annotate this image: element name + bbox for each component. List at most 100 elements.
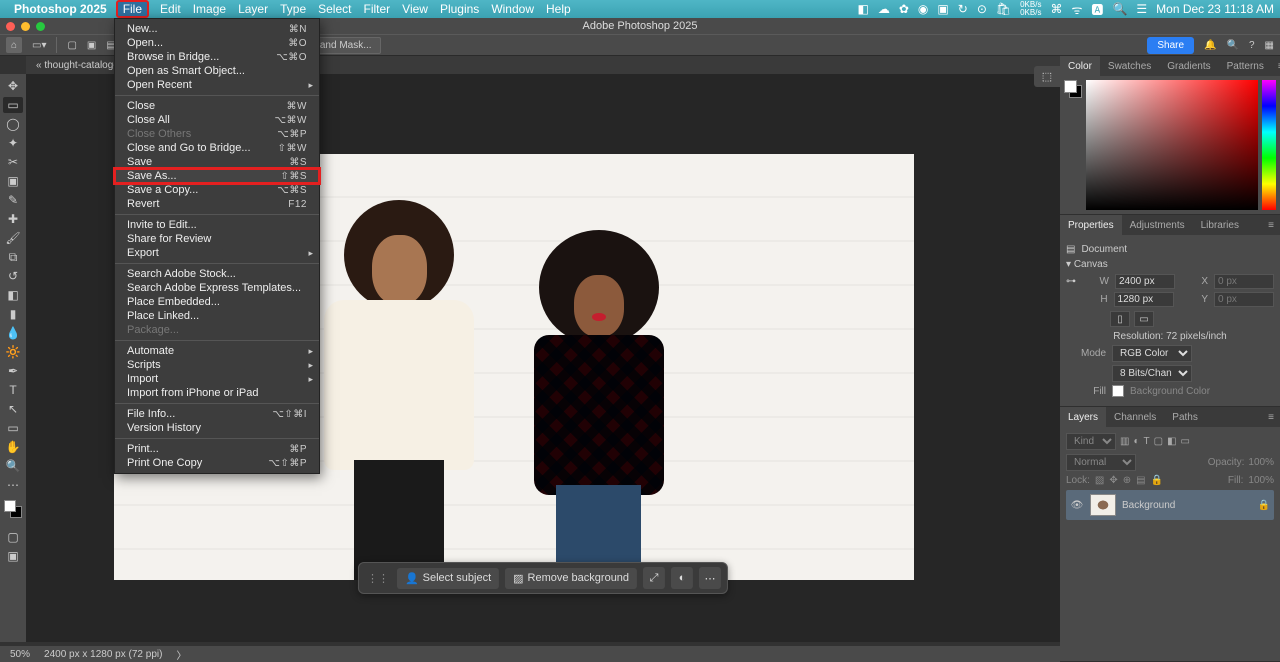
menu-item-browse-in-bridge[interactable]: Browse in Bridge...⌥⌘O [115, 50, 319, 64]
filter-kind[interactable]: Kind [1066, 433, 1116, 450]
more-icon[interactable]: ⋯ [699, 567, 721, 589]
menu-help[interactable]: Help [546, 2, 571, 16]
tab-patterns[interactable]: Patterns [1219, 56, 1272, 76]
menu-image[interactable]: Image [193, 2, 226, 16]
color-swatch[interactable] [1064, 80, 1082, 98]
tray-icon[interactable]: ⌘ [1050, 2, 1062, 16]
hand-tool[interactable]: ✋ [3, 439, 23, 455]
filter-icon[interactable]: ▥ [1120, 436, 1129, 447]
panel-menu-icon[interactable]: ≡ [1272, 61, 1280, 72]
adjust-icon[interactable]: ◐ [671, 567, 693, 589]
tray-icon[interactable]: ⊙ [977, 2, 987, 16]
quick-mask-icon[interactable]: ▢ [3, 529, 23, 545]
menu-item-print-one-copy[interactable]: Print One Copy⌥⇧⌘P [115, 456, 319, 470]
visibility-icon[interactable]: 👁 [1070, 500, 1084, 511]
lasso-tool[interactable]: ◯ [3, 116, 23, 132]
lock-icon[interactable]: ▨ [1095, 475, 1104, 486]
path-tool[interactable]: ↖ [3, 401, 23, 417]
orient-portrait-icon[interactable]: ▯ [1110, 311, 1130, 327]
menu-file[interactable]: File [117, 1, 148, 17]
menu-item-save-a-copy[interactable]: Save a Copy...⌥⌘S [115, 183, 319, 197]
menu-item-close-all[interactable]: Close All⌥⌘W [115, 113, 319, 127]
menu-item-print[interactable]: Print...⌘P [115, 442, 319, 456]
tray-icon[interactable]: ☁ [878, 2, 890, 16]
chevron-left-icon[interactable]: « [36, 60, 42, 71]
home-icon[interactable]: ⌂ [6, 37, 22, 53]
menu-type[interactable]: Type [280, 2, 306, 16]
remove-background-button[interactable]: ▨ Remove background [505, 568, 637, 589]
move-tool[interactable]: ✥ [3, 78, 23, 94]
chevron-right-icon[interactable]: 〉 [176, 647, 186, 662]
tray-icon[interactable]: ✿ [899, 2, 909, 16]
lock-icon[interactable]: ⊕ [1123, 475, 1131, 486]
tab-color[interactable]: Color [1060, 56, 1100, 76]
tab-channels[interactable]: Channels [1106, 407, 1164, 427]
pen-tool[interactable]: ✒ [3, 363, 23, 379]
tray-icon[interactable]: ◧ [858, 2, 869, 16]
x-input[interactable] [1214, 274, 1274, 289]
document-tab[interactable]: thought-catalog- [44, 60, 116, 71]
orient-landscape-icon[interactable]: ▭ [1134, 311, 1154, 327]
tab-properties[interactable]: Properties [1060, 215, 1122, 235]
menu-item-save-as[interactable]: Save As...⇧⌘S [115, 169, 319, 183]
menu-select[interactable]: Select [318, 2, 351, 16]
tab-gradients[interactable]: Gradients [1159, 56, 1218, 76]
lock-icon[interactable]: ✥ [1109, 475, 1117, 486]
menu-item-import[interactable]: Import [115, 372, 319, 386]
tray-icon[interactable]: 🅰 [1091, 1, 1103, 18]
marquee-tool[interactable]: ▭ [3, 97, 23, 113]
hue-slider[interactable] [1262, 80, 1276, 210]
more-tools[interactable]: ⋯ [3, 477, 23, 493]
mode-select[interactable]: RGB Color [1112, 345, 1192, 362]
stamp-tool[interactable]: ⧉ [3, 249, 23, 265]
lock-icon[interactable]: 🔒 [1151, 475, 1163, 486]
menu-item-invite-to-edit[interactable]: Invite to Edit... [115, 218, 319, 232]
filter-icon[interactable]: T [1144, 436, 1150, 447]
panel-menu-icon[interactable]: ≡ [1262, 412, 1280, 423]
healing-tool[interactable]: ✚ [3, 211, 23, 227]
tab-adjustments[interactable]: Adjustments [1122, 215, 1193, 235]
menu-item-share-for-review[interactable]: Share for Review [115, 232, 319, 246]
layer-background[interactable]: 👁 Background 🔒 [1066, 490, 1274, 520]
blend-mode[interactable]: Normal [1066, 454, 1136, 471]
gradient-tool[interactable]: ▮ [3, 306, 23, 322]
selection-mode-icon[interactable]: ▣ [87, 40, 96, 51]
search-icon[interactable]: 🔍 [1227, 40, 1239, 51]
menu-filter[interactable]: Filter [363, 2, 390, 16]
document-info[interactable]: 2400 px x 1280 px (72 ppi) [44, 649, 162, 660]
menu-item-import-from-iphone-or-ipad[interactable]: Import from iPhone or iPad [115, 386, 319, 400]
zoom-level[interactable]: 50% [10, 649, 30, 660]
filter-toggle[interactable]: ▭ [1181, 436, 1190, 447]
height-input[interactable] [1114, 292, 1174, 307]
layer-thumbnail[interactable] [1090, 494, 1116, 516]
menu-window[interactable]: Window [491, 2, 534, 16]
control-center-icon[interactable]: ☰ [1136, 2, 1147, 16]
history-brush-tool[interactable]: ↺ [3, 268, 23, 284]
fill-swatch[interactable] [1112, 385, 1124, 397]
menu-layer[interactable]: Layer [238, 2, 268, 16]
menu-item-search-adobe-stock[interactable]: Search Adobe Stock... [115, 267, 319, 281]
color-swatch[interactable] [4, 500, 22, 518]
tab-swatches[interactable]: Swatches [1100, 56, 1159, 76]
tab-paths[interactable]: Paths [1164, 407, 1206, 427]
fill-value[interactable]: 100% [1248, 475, 1274, 486]
shape-tool[interactable]: ▭ [3, 420, 23, 436]
minimize-icon[interactable] [21, 22, 30, 31]
menu-item-place-embedded[interactable]: Place Embedded... [115, 295, 319, 309]
tray-icon[interactable]: ◉ [918, 2, 928, 16]
bits-select[interactable]: 8 Bits/Channel [1112, 365, 1192, 382]
menu-item-open-recent[interactable]: Open Recent [115, 78, 319, 92]
dodge-tool[interactable]: 🔆 [3, 344, 23, 360]
layer-name[interactable]: Background [1122, 500, 1175, 511]
selection-mode-icon[interactable]: ▢ [67, 40, 76, 51]
opacity-value[interactable]: 100% [1248, 457, 1274, 468]
menu-item-open[interactable]: Open...⌘O [115, 36, 319, 50]
help-icon[interactable]: ? [1249, 40, 1255, 51]
filter-icon[interactable]: ▢ [1154, 436, 1163, 447]
tray-icon[interactable]: ↻ [958, 2, 968, 16]
panel-menu-icon[interactable]: ≡ [1262, 220, 1280, 231]
menu-item-automate[interactable]: Automate [115, 344, 319, 358]
zoom-icon[interactable] [36, 22, 45, 31]
tray-icon[interactable]: 0KB/s0KB/s [1020, 1, 1041, 17]
menu-item-revert[interactable]: RevertF12 [115, 197, 319, 211]
